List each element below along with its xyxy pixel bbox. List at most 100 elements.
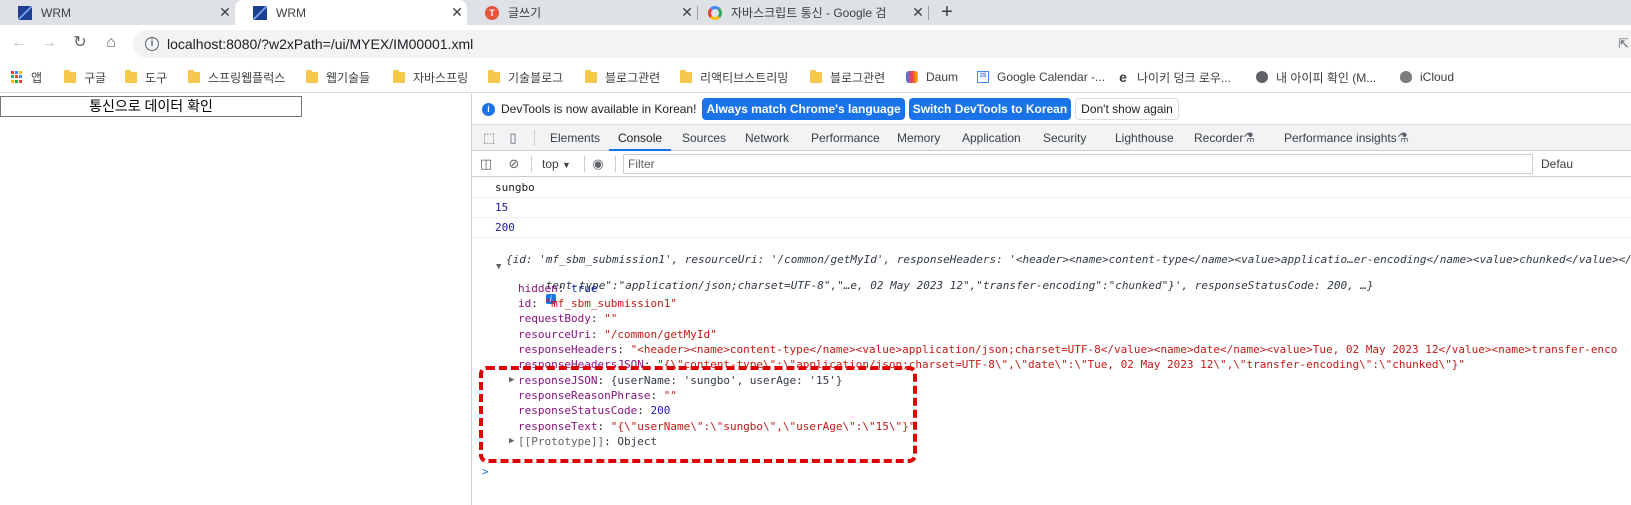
flask-icon: ⚗ <box>1243 130 1255 145</box>
tab-title: WRM <box>276 5 306 20</box>
bookmark-folder[interactable]: 리액티브스트리밍 <box>680 68 788 86</box>
bookmark-label: 웹기술들 <box>326 70 371 85</box>
tab-application[interactable]: Application <box>962 125 1021 151</box>
folder-icon <box>393 69 405 83</box>
bookmark-folder[interactable]: 웹기술들 <box>306 68 370 86</box>
bookmark-folder[interactable]: 블로그관련 <box>585 68 660 86</box>
object-summary-line2-wrap: tent-type":"application/json;charset=UTF… <box>506 266 1374 318</box>
tab-network[interactable]: Network <box>745 125 789 151</box>
browser-tab-1[interactable]: WRM ✕ <box>0 0 235 25</box>
wrm-icon <box>18 5 32 20</box>
bookmark-folder[interactable]: 블로그관련 <box>810 68 885 86</box>
bookmark-label: 앱 <box>31 70 43 85</box>
tab-console[interactable]: Console <box>609 125 672 151</box>
bookmark-icloud[interactable]: iCloud <box>1400 68 1454 86</box>
bookmark-folder[interactable]: 스프링웹플럭스 <box>188 68 285 86</box>
object-summary-line1[interactable]: {id: 'mf_sbm_submission1', resourceUri: … <box>506 253 1631 266</box>
browser-tab-4[interactable]: 자바스크립트 통신 - Google 검 ✕ <box>698 0 928 25</box>
folder-icon <box>64 69 76 83</box>
device-toolbar-icon[interactable]: ▯ <box>505 130 521 146</box>
tab-performance[interactable]: Performance <box>811 125 880 151</box>
always-match-language-button[interactable]: Always match Chrome's language <box>702 98 905 120</box>
prop-key: requestBody <box>518 312 591 325</box>
console-output: sungbo 15 200 {id: 'mf_sbm_submission1',… <box>472 178 1631 505</box>
console-message: 200 <box>472 218 1631 238</box>
bookmark-folder[interactable]: 자바스프링 <box>393 68 468 86</box>
dont-show-again-button[interactable]: Don't show again <box>1075 98 1179 120</box>
console-message: 15 <box>472 198 1631 218</box>
browser-tabstrip: WRM ✕ WRM ✕ T 글쓰기 ✕ 자바스크립트 통신 - Google 검… <box>0 0 1631 25</box>
new-tab-button[interactable]: + <box>936 1 958 23</box>
eye-icon[interactable]: ◉ <box>590 156 606 172</box>
tab-elements[interactable]: Elements <box>550 125 600 151</box>
site-info-icon[interactable]: i <box>145 37 159 51</box>
share-icon[interactable]: ⇱ <box>1618 36 1629 52</box>
expand-triangle-icon[interactable]: ▼ <box>496 262 501 272</box>
bookmark-label: Google Calendar -... <box>997 70 1106 84</box>
inspect-element-icon[interactable]: ⬚ <box>481 130 497 146</box>
tistory-icon: T <box>485 5 499 20</box>
tab-recorder[interactable]: Recorder <box>1194 125 1243 151</box>
devtools-language-infobar: i DevTools is now available in Korean! A… <box>472 94 1631 125</box>
tab-memory[interactable]: Memory <box>897 125 940 151</box>
prop-responseheaders: responseHeaders: "<header><name>content-… <box>518 343 1618 356</box>
browser-tab-3[interactable]: T 글쓰기 ✕ <box>467 0 697 25</box>
console-prompt[interactable]: > <box>482 465 489 478</box>
bookmark-label: 블로그관련 <box>605 70 661 85</box>
tab-lighthouse[interactable]: Lighthouse <box>1115 125 1174 151</box>
log-levels-dropdown[interactable]: Defau <box>1541 157 1573 171</box>
dropdown-arrow-icon: ▼ <box>562 160 571 170</box>
bookmark-label: 기술블로그 <box>508 70 564 85</box>
url-text[interactable]: localhost:8080/?w2xPath=/ui/MYEX/IM00001… <box>167 36 473 52</box>
browser-tab-2[interactable]: WRM ✕ <box>235 0 467 25</box>
bookmark-folder[interactable]: 구글 <box>64 68 106 86</box>
home-icon[interactable]: ⌂ <box>100 32 122 54</box>
bookmark-label: 구글 <box>84 70 107 85</box>
prop-value: true <box>571 282 598 295</box>
tab-title: WRM <box>41 5 71 20</box>
bookmark-label: Daum <box>926 70 959 84</box>
clear-console-icon[interactable]: ⊘ <box>506 156 522 172</box>
tab-performance-insights[interactable]: Performance insights <box>1284 125 1397 151</box>
bookmark-folder[interactable]: 도구 <box>125 68 167 86</box>
close-icon[interactable]: ✕ <box>215 4 235 21</box>
bookmark-daum[interactable]: Daum <box>906 68 958 86</box>
close-icon[interactable]: ✕ <box>677 4 697 21</box>
prop-value: "mf_sbm_submission1" <box>544 297 677 310</box>
nike-icon: e <box>1119 69 1127 85</box>
switch-to-korean-button[interactable]: Switch DevTools to Korean <box>908 98 1072 120</box>
console-filter-input[interactable]: Filter <box>623 154 1533 174</box>
bookmark-label: 내 아이피 확인 (M... <box>1276 70 1377 85</box>
close-icon[interactable]: ✕ <box>908 4 928 21</box>
bookmark-folder[interactable]: 기술블로그 <box>488 68 563 86</box>
bookmark-label: 도구 <box>145 70 168 85</box>
close-icon[interactable]: ✕ <box>447 4 467 21</box>
reload-icon[interactable]: ↻ <box>69 32 91 54</box>
log-number: 200 <box>495 221 515 234</box>
divider <box>615 156 616 172</box>
prop-requestbody: requestBody: "" <box>518 312 618 325</box>
tab-sources[interactable]: Sources <box>682 125 726 151</box>
devtools-tabbar: ⬚ ▯ Elements Console Sources Network Per… <box>472 125 1631 151</box>
sidebar-toggle-icon[interactable]: ◫ <box>478 156 494 172</box>
address-bar[interactable]: i localhost:8080/?w2xPath=/ui/MYEX/IM000… <box>133 30 1631 58</box>
forward-arrow-icon[interactable]: → <box>38 32 60 54</box>
tab-security[interactable]: Security <box>1043 125 1086 151</box>
bookmark-nike[interactable]: e 나이키 덩크 로우... <box>1117 68 1231 86</box>
back-arrow-icon[interactable]: ← <box>8 32 30 54</box>
info-icon: i <box>482 102 495 116</box>
devtools-panel: i DevTools is now available in Korean! A… <box>471 94 1631 505</box>
bookmarks-bar: 앱 구글 도구 스프링웹플럭스 웹기술들 자바스프링 기술블로그 블로그관련 리… <box>0 62 1631 93</box>
tab-divider <box>928 6 929 20</box>
bookmark-label: 나이키 덩크 로우... <box>1137 70 1231 85</box>
folder-icon <box>488 69 500 83</box>
context-selector[interactable]: top ▼ <box>542 157 571 171</box>
prop-value: "/common/getMyId" <box>604 328 717 341</box>
tab-title: 글쓰기 <box>508 6 542 20</box>
console-message: sungbo <box>472 178 1631 198</box>
browser-toolbar: ← → ↻ ⌂ i localhost:8080/?w2xPath=/ui/MY… <box>0 25 1631 62</box>
check-data-button[interactable]: 통신으로 데이터 확인 <box>0 96 302 117</box>
bookmark-google-calendar[interactable]: 28 Google Calendar -... <box>977 68 1105 86</box>
bookmark-my-ip[interactable]: 내 아이피 확인 (M... <box>1256 68 1376 86</box>
bookmark-apps[interactable]: 앱 <box>11 68 42 86</box>
